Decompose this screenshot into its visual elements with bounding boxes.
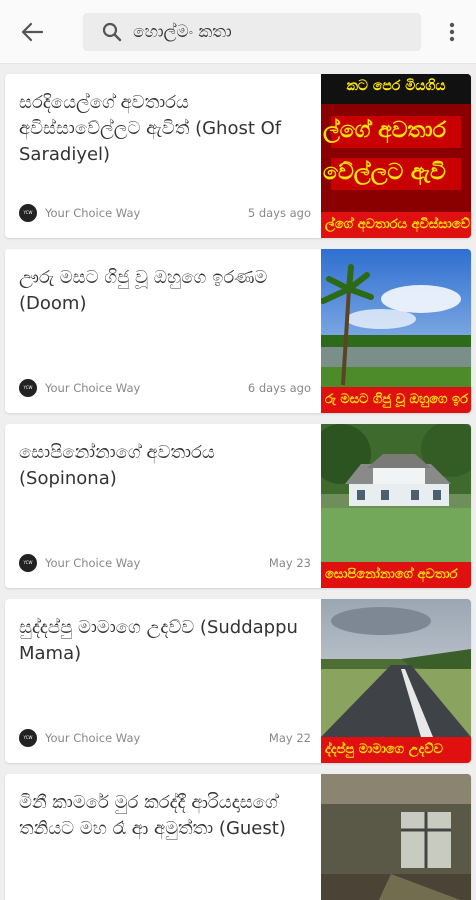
video-thumbnail[interactable] (321, 774, 471, 900)
publish-date: May 22 (268, 731, 311, 745)
thumbnail-caption: ල්ගේ අවතාරය අවිස්සාවේ (321, 212, 471, 238)
channel-avatar[interactable]: YCW (19, 729, 37, 747)
video-thumbnail[interactable]: සොපිනෝනාගේ අවතාර (321, 424, 471, 588)
video-card[interactable]: සුද්දප්පු මාමාගෙ උදව්ව (Suddappu Mama) Y… (5, 599, 471, 763)
video-title[interactable]: සුද්දප්පු මාමාගෙ උදව්ව (Suddappu Mama) (19, 615, 311, 667)
thumbnail-headline: කට පෙර මියගිය (346, 78, 446, 94)
thumbnail-caption: සොපිනෝනාගේ අවතාර (321, 562, 471, 588)
more-options-button[interactable] (440, 16, 464, 48)
video-thumbnail[interactable]: රු මසට ගිජු වූ ඔහුගෙ ඉර (321, 249, 471, 413)
video-title[interactable]: සොපිනෝනාගේ අවතාරය (Sopinona) (19, 440, 311, 492)
video-title[interactable]: ඌරු මසට ගිජු වූ ඔහුගෙ ඉරණම (Doom) (19, 265, 311, 317)
search-icon (99, 19, 125, 45)
thumbnail-caption: රු මසට ගිජු වූ ඔහුගෙ ඉර (321, 387, 471, 413)
publish-date: May 23 (268, 556, 311, 570)
video-meta: YCW Your Choice Way May 23 (19, 554, 311, 572)
back-arrow-icon (21, 22, 43, 42)
thumbnail-caption: ද්දප්පු මාමාගෙ උදව්ව (321, 737, 471, 763)
publish-date: 6 days ago (247, 381, 311, 395)
video-card[interactable]: ඌරු මසට ගිජු වූ ඔහුගෙ ඉරණම (Doom) YCW Yo… (5, 249, 471, 413)
video-meta: YCW Your Choice Way 5 days ago (19, 204, 311, 222)
more-vert-icon (449, 22, 455, 42)
video-meta: YCW Your Choice Way 6 days ago (19, 379, 311, 397)
back-button[interactable] (14, 16, 50, 48)
thumbnail-text: වේල්ලට ඇවි (323, 160, 446, 185)
video-title[interactable]: මිනී කාමරේ මුර කරද්දී ආරියදාසගේ තනියට මහ… (19, 790, 311, 842)
search-box[interactable] (83, 13, 421, 51)
channel-avatar[interactable]: YCW (19, 379, 37, 397)
video-title[interactable]: සරදියෙල්ගේ අවතාරය අවිස්සාවේල්ලට ඇවිත් (G… (19, 90, 311, 168)
video-thumbnail[interactable]: කට පෙර මියගිය ල්ගේ අවතාර වේල්ලට ඇවි ල්ගේ… (321, 74, 471, 238)
thumbnail-text: ල්ගේ අවතාර (323, 118, 446, 143)
channel-name[interactable]: Your Choice Way (45, 381, 140, 395)
channel-name[interactable]: Your Choice Way (45, 206, 140, 220)
search-input[interactable] (133, 22, 403, 42)
video-card[interactable]: සොපිනෝනාගේ අවතාරය (Sopinona) YCW Your Ch… (5, 424, 471, 588)
video-card[interactable]: සරදියෙල්ගේ අවතාරය අවිස්සාවේල්ලට ඇවිත් (G… (5, 74, 471, 238)
video-meta: YCW Your Choice Way May 22 (19, 729, 311, 747)
top-bar (0, 0, 476, 64)
channel-avatar[interactable]: YCW (19, 554, 37, 572)
channel-name[interactable]: Your Choice Way (45, 556, 140, 570)
publish-date: 5 days ago (247, 206, 311, 220)
video-thumbnail[interactable]: ද්දප්පු මාමාගෙ උදව්ව (321, 599, 471, 763)
channel-avatar[interactable]: YCW (19, 204, 37, 222)
channel-name[interactable]: Your Choice Way (45, 731, 140, 745)
video-card[interactable]: මිනී කාමරේ මුර කරද්දී ආරියදාසගේ තනියට මහ… (5, 774, 471, 900)
